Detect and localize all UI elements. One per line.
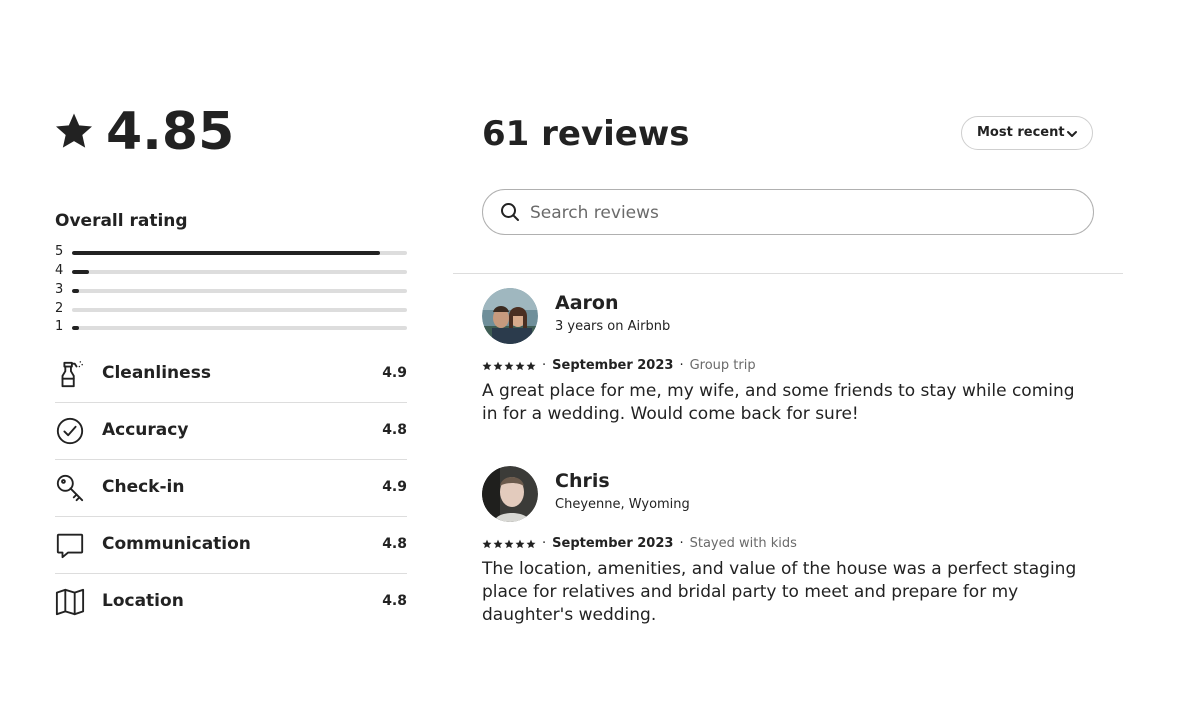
- histogram-track: [72, 289, 407, 293]
- category-score: 4.8: [382, 422, 407, 438]
- star-icon: [526, 539, 536, 548]
- review-trip-type: Stayed with kids: [689, 536, 797, 551]
- star-icon: [515, 539, 525, 548]
- histogram-track: [72, 251, 407, 255]
- category-row-check-in: Check-in 4.9: [55, 459, 407, 517]
- review-trip-type: Group trip: [689, 358, 756, 373]
- review-text: The location, amenities, and value of th…: [482, 559, 1077, 625]
- key-icon: [56, 474, 84, 502]
- histogram-star-label: 3: [55, 282, 64, 297]
- chat-bubble-icon: [56, 533, 84, 559]
- category-label: Check-in: [102, 477, 185, 497]
- map-icon: [55, 588, 85, 616]
- histogram-star-label: 1: [55, 319, 64, 334]
- histogram-row-2: 2: [55, 301, 407, 317]
- avatar[interactable]: [482, 466, 538, 522]
- review-date: September 2023: [552, 536, 674, 551]
- review-stars: [482, 361, 536, 371]
- sort-dropdown-button[interactable]: Most recent: [961, 116, 1093, 150]
- histogram-star-label: 2: [55, 301, 64, 316]
- histogram-star-label: 4: [55, 263, 64, 278]
- category-score: 4.9: [382, 479, 407, 495]
- star-icon: [482, 539, 492, 548]
- category-row-communication: Communication 4.8: [55, 516, 407, 574]
- reviews-count-title: 61 reviews: [482, 114, 690, 154]
- category-score: 4.8: [382, 593, 407, 609]
- histogram-row-1: 1: [55, 319, 407, 335]
- reviewer-subtitle: 3 years on Airbnb: [555, 319, 671, 334]
- star-icon: [493, 361, 503, 370]
- category-row-location: Location 4.8: [55, 573, 407, 630]
- category-label: Cleanliness: [102, 363, 211, 383]
- sort-label: Most recent: [977, 125, 1065, 140]
- histogram-fill: [72, 270, 89, 274]
- review-text: A great place for me, my wife, and some …: [482, 381, 1075, 424]
- histogram-fill: [72, 251, 381, 255]
- histogram-fill: [72, 326, 79, 330]
- histogram-track: [72, 326, 407, 330]
- separator-dot: ·: [542, 536, 547, 551]
- category-label: Communication: [102, 534, 251, 554]
- histogram-row-5: 5: [55, 244, 407, 260]
- star-icon: [515, 361, 525, 370]
- reviewer-name: Chris: [555, 470, 610, 492]
- check-circle-icon: [56, 417, 84, 445]
- search-box: [482, 189, 1094, 235]
- separator-dot: ·: [679, 536, 684, 551]
- star-icon: [504, 539, 514, 548]
- separator-dot: ·: [542, 358, 547, 373]
- divider: [453, 273, 1123, 274]
- histogram-star-label: 5: [55, 244, 64, 259]
- star-icon: [482, 361, 492, 370]
- star-icon: [526, 361, 536, 370]
- review-stars: [482, 539, 536, 549]
- histogram-row-3: 3: [55, 282, 407, 298]
- histogram-track: [72, 270, 407, 274]
- search-icon: [501, 203, 519, 221]
- overall-rating-value: 4.85: [106, 102, 235, 162]
- review-date: September 2023: [552, 358, 674, 373]
- avatar[interactable]: [482, 288, 538, 344]
- overall-rating-label: Overall rating: [55, 211, 188, 231]
- reviewer-subtitle: Cheyenne, Wyoming: [555, 497, 690, 512]
- star-icon: [56, 113, 92, 148]
- search-input[interactable]: [528, 198, 1072, 228]
- category-label: Accuracy: [102, 420, 189, 440]
- category-row-accuracy: Accuracy 4.8: [55, 402, 407, 460]
- category-row-cleanliness: Cleanliness 4.9: [55, 345, 407, 403]
- star-icon: [493, 539, 503, 548]
- reviewer-name: Aaron: [555, 292, 619, 314]
- review-meta: · September 2023 · Stayed with kids: [482, 536, 797, 551]
- histogram-row-4: 4: [55, 263, 407, 279]
- spray-bottle-icon: [61, 361, 83, 388]
- review-meta: · September 2023 · Group trip: [482, 358, 756, 373]
- separator-dot: ·: [679, 358, 684, 373]
- category-label: Location: [102, 591, 184, 611]
- chevron-down-icon: [1067, 131, 1077, 137]
- histogram-fill: [72, 289, 79, 293]
- category-score: 4.8: [382, 536, 407, 552]
- category-score: 4.9: [382, 365, 407, 381]
- histogram-track: [72, 308, 407, 312]
- star-icon: [504, 361, 514, 370]
